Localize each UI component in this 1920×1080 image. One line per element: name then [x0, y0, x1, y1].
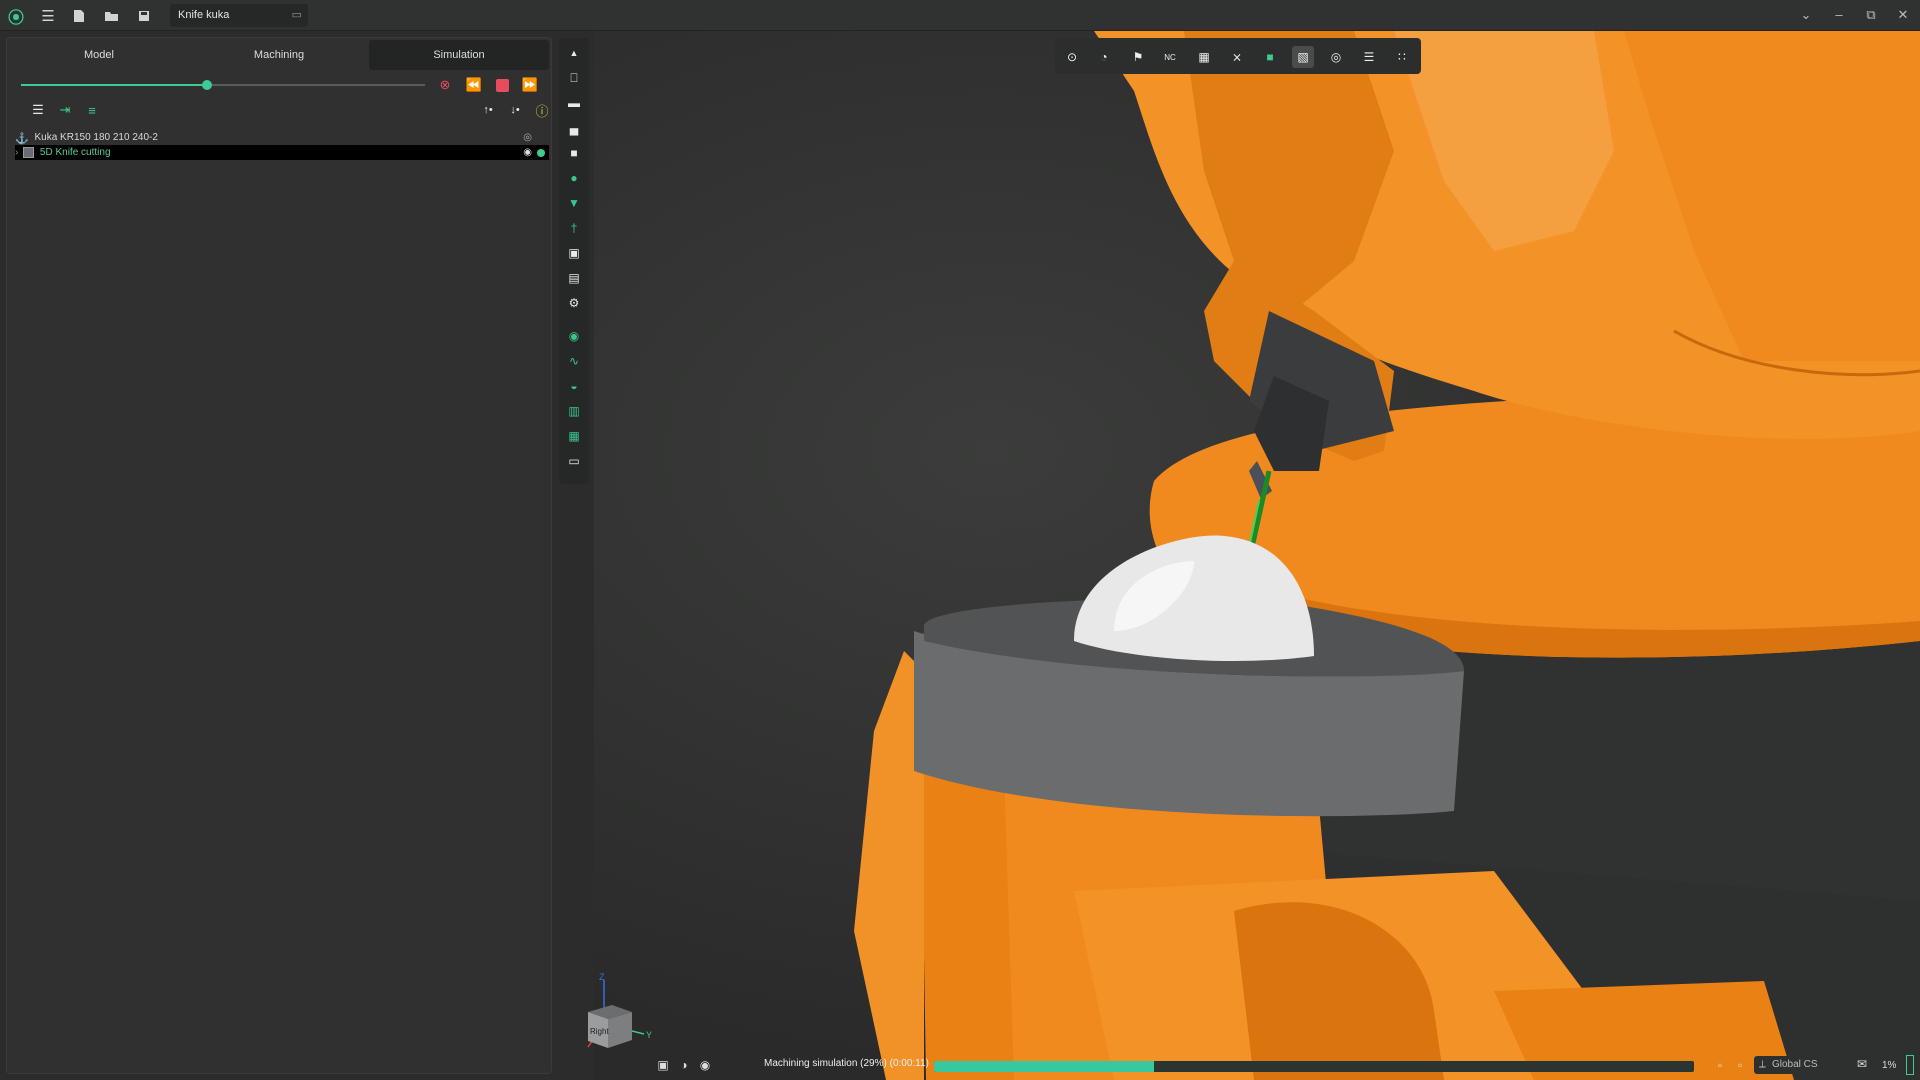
- app-logo-icon[interactable]: ⦿: [5, 5, 27, 27]
- tool-holder-icon[interactable]: ●: [566, 170, 582, 186]
- stop-icon: [495, 78, 509, 92]
- render-icon[interactable]: ◎: [1325, 46, 1347, 68]
- fullscreen-icon[interactable]: ∷: [1391, 46, 1413, 68]
- title-bar: ⦿ ☰ Knife kuka ▭ ⌄ – ⧉ ✕: [0, 0, 1920, 31]
- compact-list-icon[interactable]: ≡: [82, 100, 102, 120]
- rewind-icon[interactable]: ⏪: [464, 75, 484, 95]
- menu-icon[interactable]: ☰: [37, 5, 59, 27]
- tab-machining[interactable]: Machining: [189, 40, 369, 70]
- status-bar: ▣ ◑ ◉ Machining simulation (29%) (0:00:1…: [594, 1052, 1920, 1080]
- indent-view-icon[interactable]: ⇥: [55, 100, 75, 120]
- snap-icon[interactable]: ▫: [1712, 1057, 1728, 1073]
- axes-small-icon: ⟂: [1759, 1059, 1766, 1070]
- fast-forward-icon[interactable]: ⏩: [520, 75, 540, 95]
- close-icon[interactable]: ✕: [1890, 4, 1916, 26]
- 3d-viewport[interactable]: [594, 31, 1920, 1080]
- open-folder-icon[interactable]: [100, 5, 122, 27]
- knife-icon[interactable]: †: [566, 220, 582, 236]
- move-up-icon[interactable]: ↑•: [478, 100, 498, 120]
- panel-tabs: Model Machining Simulation: [9, 40, 549, 70]
- report-icon[interactable]: ▭: [566, 453, 582, 469]
- tab-simulation[interactable]: Simulation: [369, 40, 549, 70]
- svg-text:Z: Z: [599, 972, 605, 982]
- axes-icon[interactable]: ⨯: [1226, 46, 1248, 68]
- chevron-down-icon[interactable]: ⌄: [1793, 4, 1819, 26]
- warning-icon[interactable]: ⓘ: [532, 100, 552, 120]
- surface-icon[interactable]: ◒: [566, 378, 582, 394]
- toolpath-icon[interactable]: ▣: [566, 245, 582, 261]
- calendar-icon[interactable]: ▦: [1193, 46, 1215, 68]
- grid-icon[interactable]: ▦: [566, 428, 582, 444]
- save-icon[interactable]: [133, 5, 155, 27]
- simulation-slider-fill: [21, 84, 207, 86]
- tool-icon[interactable]: ▼: [566, 195, 582, 211]
- options-icon[interactable]: ☰: [1358, 46, 1380, 68]
- cancel-icon[interactable]: ⊗: [435, 75, 455, 95]
- coordinate-system-icon[interactable]: ⊙: [1061, 46, 1083, 68]
- tree-item-robot[interactable]: ⚓ Kuka KR150 180 210 240-2 ◎: [15, 130, 549, 145]
- settings-icon[interactable]: ⚙: [566, 295, 582, 311]
- coordinate-system-selector[interactable]: ⟂ Global CS: [1754, 1056, 1864, 1074]
- status-text: Machining simulation (29%) (0:00:11): [764, 1058, 929, 1069]
- svg-text:Y: Y: [646, 1030, 652, 1040]
- new-file-icon[interactable]: [68, 5, 90, 27]
- robot-scene: [854, 31, 1920, 1080]
- part-icon[interactable]: ■: [566, 145, 582, 161]
- nc-code-icon[interactable]: NC: [1159, 46, 1181, 68]
- simulation-progress-bar: [934, 1061, 1694, 1072]
- machine-icon[interactable]: ⎕: [566, 70, 582, 86]
- shading-icon[interactable]: ◑: [676, 1057, 692, 1073]
- zoom-level: 1%: [1882, 1060, 1897, 1071]
- collapse-icon[interactable]: ▲: [566, 45, 582, 61]
- visibility-icon[interactable]: ◎: [523, 130, 532, 145]
- side-panel: Model Machining Simulation ⊗ ⏪ ⏩ ☰ ⇥ ≡ ↑…: [6, 37, 552, 1074]
- vertical-toolbar: ▲ ⎕ ▬ ▄ ■ ● ▼ † ▣ ▤ ⚙ ◉ ∿ ◒ ▥ ▦ ▭: [559, 38, 589, 484]
- fit-view-icon[interactable]: ▣: [655, 1057, 671, 1073]
- move-down-icon[interactable]: ↓•: [505, 100, 525, 120]
- camera-icon[interactable]: ◉: [697, 1057, 713, 1073]
- coordinate-system-label: Global CS: [1772, 1059, 1818, 1070]
- svg-text:Right: Right: [590, 1027, 609, 1036]
- simulation-progress-fill: [934, 1061, 1155, 1072]
- operation-icon: [23, 146, 35, 158]
- status-dot: [537, 149, 545, 157]
- minimize-icon[interactable]: –: [1826, 4, 1852, 26]
- workpiece-icon[interactable]: ◔: [1093, 46, 1115, 68]
- tab-model[interactable]: Model: [9, 40, 189, 70]
- fixture-icon[interactable]: ▄: [566, 120, 582, 136]
- view-toolbar: ⊙ ◔ ⚑ NC ▦ ⨯ ■ ▧ ◎ ☰ ∷: [1055, 38, 1421, 74]
- layers-icon[interactable]: ▥: [566, 403, 582, 419]
- robot-icon: ⚓: [15, 132, 29, 145]
- curve-icon[interactable]: ∿: [566, 353, 582, 369]
- tree-item-label: Kuka KR150 180 210 240-2: [34, 132, 158, 143]
- layer-icon[interactable]: ■: [1259, 46, 1281, 68]
- tree-item-label: 5D Knife cutting: [39, 147, 111, 158]
- simulation-slider-thumb[interactable]: [201, 80, 212, 90]
- notifications-icon[interactable]: ✉: [1854, 1056, 1870, 1072]
- document-icon[interactable]: ▤: [566, 270, 582, 286]
- point-icon[interactable]: ◉: [566, 328, 582, 344]
- app-window: ⦿ ☰ Knife kuka ▭ ⌄ – ⧉ ✕ Model Machining…: [0, 0, 1920, 1080]
- simulation-view-icon[interactable]: ▧: [1292, 46, 1314, 68]
- document-tab-label: Knife kuka: [178, 9, 230, 21]
- list-view-icon[interactable]: ☰: [28, 100, 48, 120]
- restore-icon[interactable]: ⧉: [1858, 4, 1884, 26]
- stop-button[interactable]: [492, 75, 512, 95]
- memory-indicator: [1906, 1055, 1914, 1075]
- visibility-icon[interactable]: ◉: [523, 145, 532, 160]
- document-tab[interactable]: Knife kuka ▭: [170, 4, 308, 27]
- tool-view-icon[interactable]: ⚑: [1127, 46, 1149, 68]
- navigation-cube[interactable]: Z Y Right: [578, 972, 668, 1052]
- expand-chevron-icon[interactable]: ›: [15, 147, 18, 158]
- stock-icon[interactable]: ▬: [566, 95, 582, 111]
- tree-item-operation[interactable]: › 5D Knife cutting ◉: [15, 145, 549, 160]
- grid-snap-icon[interactable]: ▫: [1732, 1057, 1748, 1073]
- simulation-slider[interactable]: [21, 80, 425, 90]
- tab-options-icon[interactable]: ▭: [292, 4, 302, 27]
